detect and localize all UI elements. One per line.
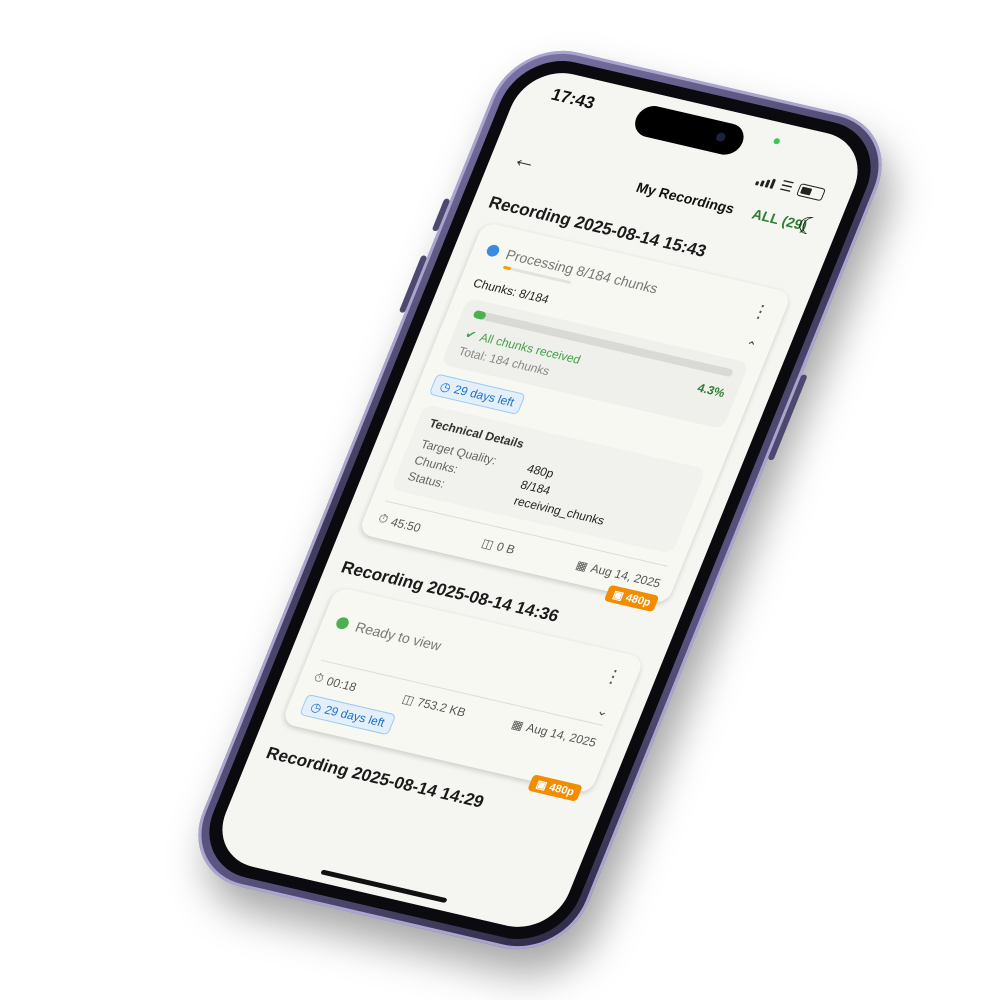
- date-text: Aug 14, 2025: [588, 560, 664, 590]
- timer-icon: ⏱: [376, 510, 391, 527]
- duration-text: 45:50: [388, 514, 424, 535]
- camera-icon: [714, 131, 727, 143]
- quality-text: 480p: [623, 591, 653, 609]
- status-dot-icon: [334, 616, 351, 631]
- calendar-icon: ▦: [573, 557, 591, 574]
- dynamic-island: [630, 102, 749, 158]
- stage: 17:43 ☰ ← My Recordings ALL (29) ☾ Recor…: [0, 0, 1000, 1000]
- more-options-icon[interactable]: ⋮: [601, 665, 626, 688]
- camera-indicator-dot: [772, 137, 781, 145]
- chevron-up-icon[interactable]: ⌃: [742, 338, 758, 356]
- status-dot-icon: [484, 243, 502, 258]
- phone-mockup: 17:43 ☰ ← My Recordings ALL (29) ☾ Recor…: [178, 38, 902, 962]
- file-icon: ◫: [400, 691, 417, 708]
- size-text: 753.2 KB: [415, 694, 469, 719]
- check-circle-icon: ✔: [463, 326, 479, 343]
- duration: ⏱ 00:18: [311, 670, 359, 694]
- duration-text: 00:18: [324, 673, 359, 694]
- back-arrow-icon[interactable]: ←: [508, 145, 542, 177]
- battery-icon: [795, 183, 827, 202]
- quality-text: 480p: [547, 781, 576, 799]
- clock-icon: ◷: [437, 379, 454, 395]
- chunk-progress-fill: [472, 309, 487, 321]
- timer-icon: ⏱: [311, 670, 327, 686]
- tech-value: 480p: [524, 461, 557, 481]
- chevron-down-icon[interactable]: ⌄: [595, 703, 611, 720]
- progress-percent: 4.3%: [695, 380, 728, 401]
- calendar-icon: ▦: [509, 716, 526, 733]
- date-text: Aug 14, 2025: [524, 719, 599, 750]
- duration: ⏱ 45:50: [376, 511, 424, 535]
- status-time: 17:43: [548, 84, 598, 113]
- screen: 17:43 ☰ ← My Recordings ALL (29) ☾ Recor…: [208, 64, 872, 936]
- page-title: My Recordings: [634, 179, 737, 217]
- date: ▦ Aug 14, 2025: [574, 557, 663, 590]
- signal-icon: [755, 175, 777, 189]
- retention-text: 29 days left: [451, 382, 517, 410]
- file-size: ◫ 0 B: [480, 536, 518, 557]
- wifi-icon: ☰: [777, 177, 796, 196]
- file-size: ◫ 753.2 KB: [400, 691, 468, 719]
- clock-icon: ◷: [308, 699, 324, 716]
- date: ▦ Aug 14, 2025: [510, 717, 599, 750]
- file-icon: ◫: [479, 535, 497, 552]
- retention-badge: ◷ 29 days left: [299, 693, 397, 736]
- retention-text: 29 days left: [322, 702, 387, 730]
- size-text: 0 B: [494, 538, 518, 557]
